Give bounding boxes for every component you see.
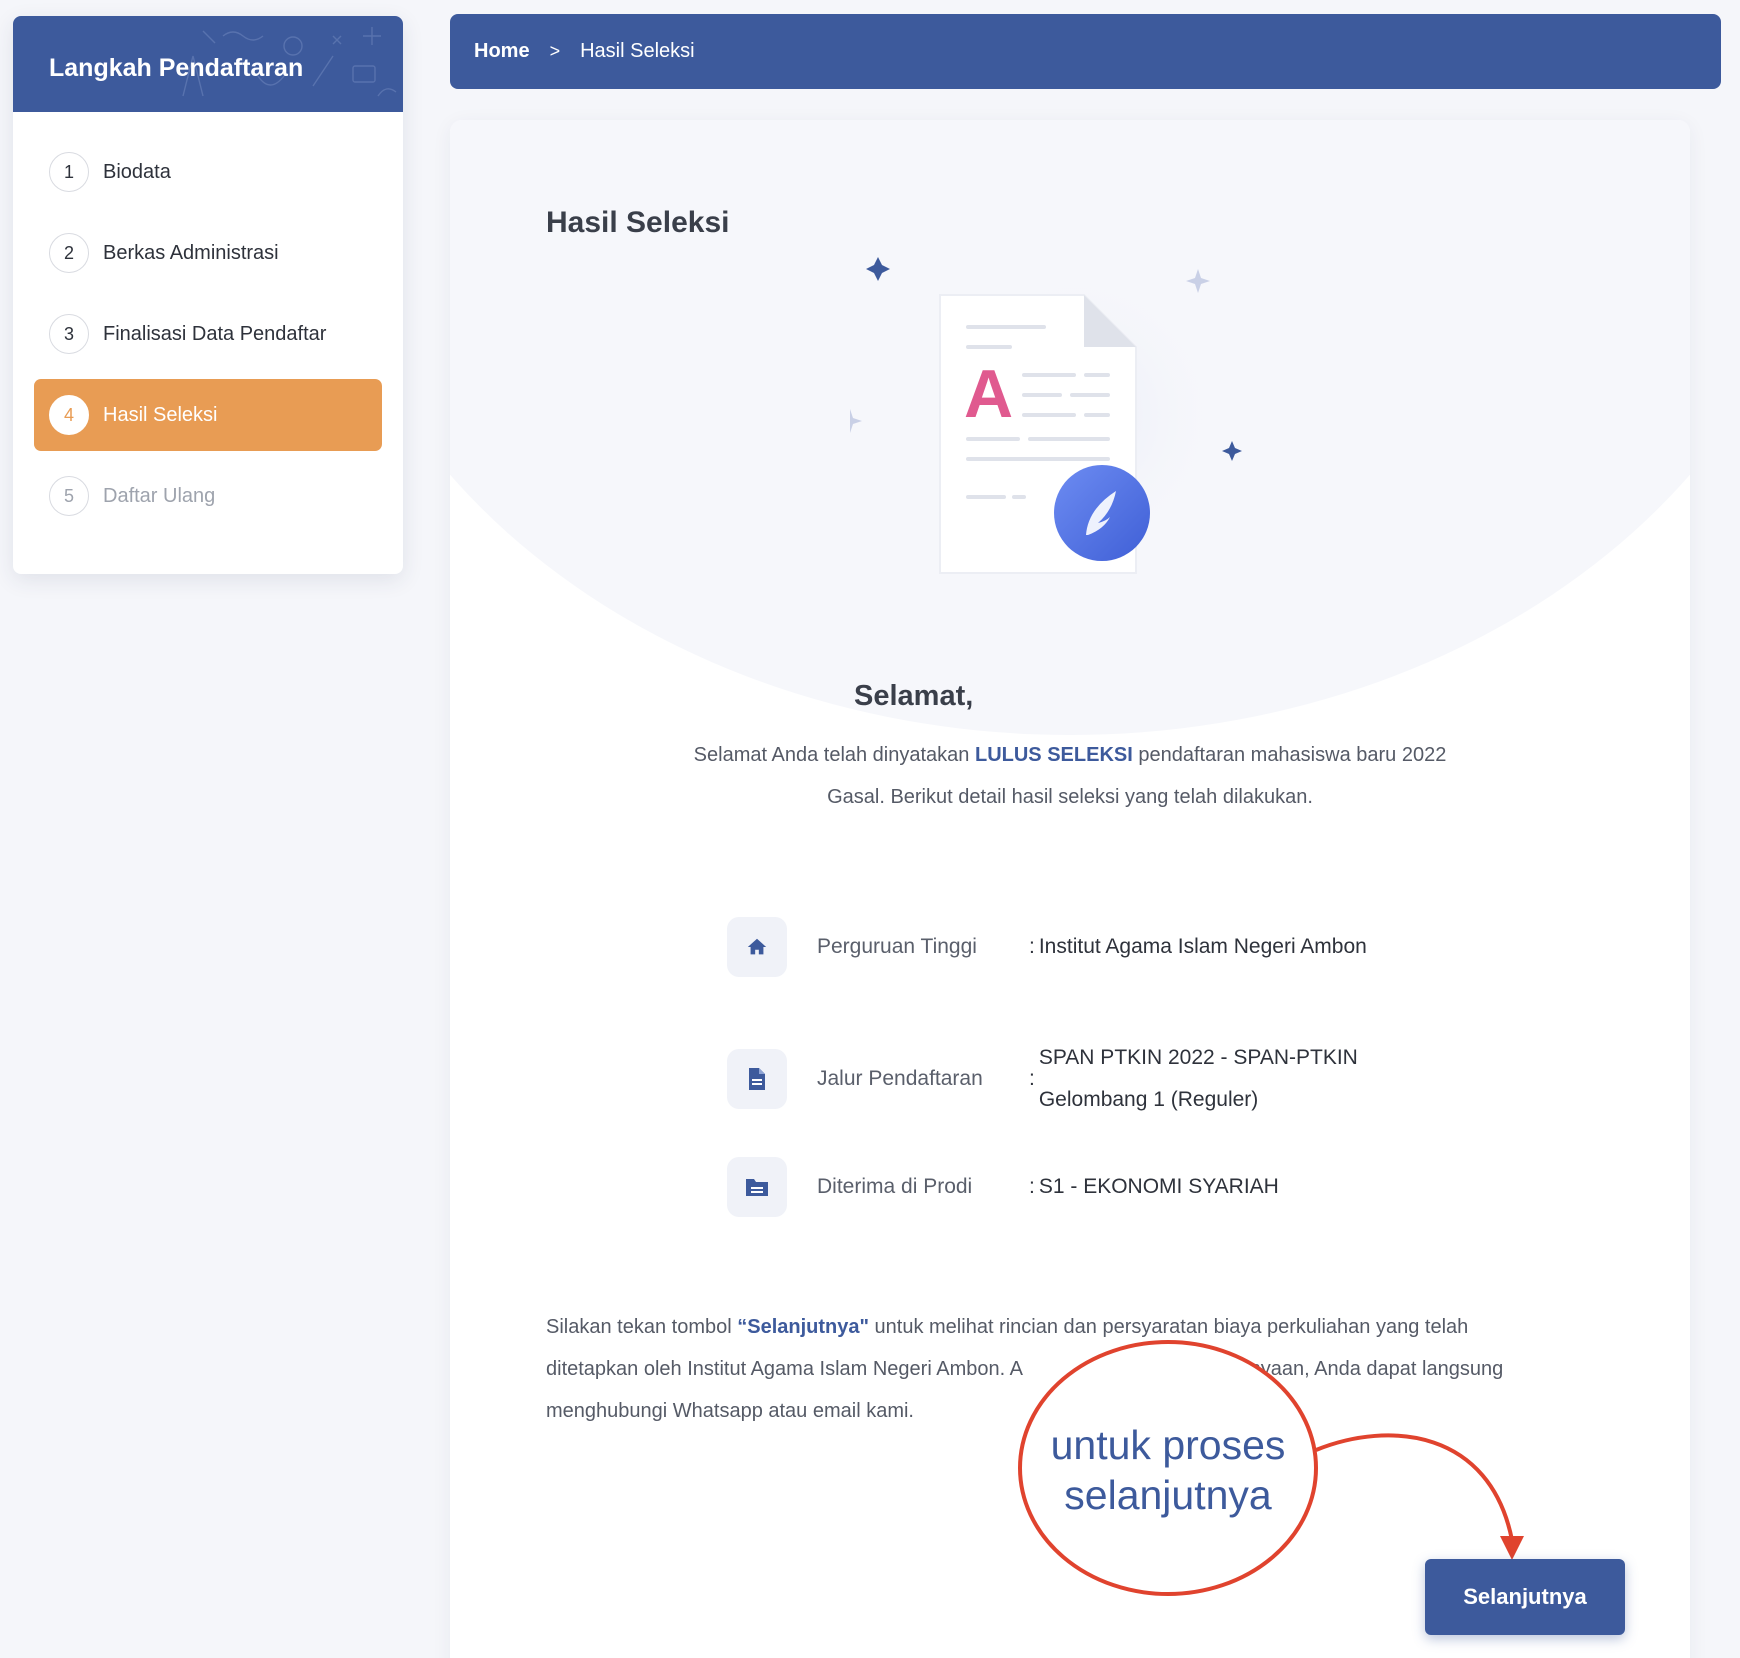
- step-berkas-administrasi[interactable]: 2 Berkas Administrasi: [34, 217, 382, 289]
- folder-icon: [727, 1157, 787, 1217]
- detail-value: S1 - EKONOMI SYARIAH: [1038, 1175, 1279, 1198]
- step-label: Daftar Ulang: [103, 484, 216, 507]
- next-button[interactable]: Selanjutnya: [1425, 1559, 1625, 1635]
- selection-message: Selamat Anda telah dinyatakan LULUS SELE…: [670, 734, 1470, 818]
- step-daftar-ulang: 5 Daftar Ulang: [34, 460, 382, 532]
- detail-label: Diterima di Prodi: [817, 1175, 973, 1198]
- step-number: 3: [49, 314, 89, 354]
- step-number: 4: [49, 395, 89, 435]
- annotation-line: untuk proses: [1050, 1422, 1286, 1468]
- step-finalisasi-data[interactable]: 3 Finalisasi Data Pendaftar: [34, 298, 382, 370]
- detail-row-university: Perguruan Tinggi : Institut Agama Islam …: [727, 917, 1367, 977]
- detail-value: Institut Agama Islam Negeri Ambon: [1038, 935, 1367, 958]
- detail-value-line: SPAN PTKIN 2022 - SPAN-PTKIN: [1038, 1046, 1358, 1069]
- info-text: untuk melihat rincian dan persyaratan bi…: [868, 1316, 1469, 1338]
- document-icon: [727, 1049, 787, 1109]
- congrats-heading: Selamat,: [854, 680, 974, 712]
- breadcrumb-current: Hasil Seleksi: [580, 40, 695, 62]
- breadcrumb-home-link[interactable]: Home: [474, 40, 530, 63]
- step-label: Biodata: [103, 160, 171, 183]
- detail-row-study-program: Diterima di Prodi : S1 - EKONOMI SYARIAH: [727, 1157, 1279, 1217]
- step-number: 1: [49, 152, 89, 192]
- detail-row-registration-path: Jalur Pendaftaran : SPAN PTKIN 2022 - SP…: [727, 1037, 1358, 1121]
- svg-text:A: A: [964, 356, 1013, 432]
- annotation-text: untuk proses selanjutnya: [1018, 1420, 1318, 1520]
- message-text: Selamat Anda telah dinyatakan: [693, 744, 975, 766]
- detail-label: Perguruan Tinggi: [817, 935, 977, 958]
- detail-colon: :: [1029, 935, 1035, 958]
- breadcrumb: Home > Hasil Seleksi: [450, 14, 1721, 89]
- step-number: 2: [49, 233, 89, 273]
- step-biodata[interactable]: 1 Biodata: [34, 136, 382, 208]
- sidebar-header: Langkah Pendaftaran: [13, 16, 403, 112]
- step-hasil-seleksi[interactable]: 4 Hasil Seleksi: [34, 379, 382, 451]
- breadcrumb-separator: >: [549, 41, 561, 61]
- step-label: Berkas Administrasi: [103, 241, 279, 264]
- passed-highlight: LULUS SELEKSI: [974, 744, 1133, 766]
- info-text: ditetapkan oleh Institut Agama Islam Neg…: [546, 1358, 1023, 1380]
- step-number: 5: [49, 476, 89, 516]
- steps-list: 1 Biodata 2 Berkas Administrasi 3 Finali…: [13, 112, 403, 532]
- detail-value: SPAN PTKIN 2022 - SPAN-PTKIN Gelombang 1…: [1039, 1037, 1358, 1121]
- detail-value-line: Gelombang 1 (Reguler): [1038, 1088, 1259, 1111]
- step-label: Hasil Seleksi: [103, 403, 218, 426]
- next-keyword-highlight: “Selanjutnya": [737, 1316, 869, 1338]
- step-label: Finalisasi Data Pendaftar: [103, 322, 327, 345]
- detail-colon: :: [1029, 1067, 1035, 1090]
- registration-steps-sidebar: Langkah Pendaftaran 1 Biodata 2 Berkas A…: [13, 16, 403, 574]
- annotation-line: selanjutnya: [1064, 1472, 1272, 1518]
- detail-label: Jalur Pendaftaran: [817, 1067, 983, 1090]
- document-illustration-icon: A: [850, 257, 1242, 574]
- sidebar-title: Langkah Pendaftaran: [49, 53, 304, 82]
- page-title: Hasil Seleksi: [546, 206, 730, 239]
- detail-colon: :: [1029, 1175, 1035, 1198]
- home-icon: [727, 917, 787, 977]
- info-text: Silakan tekan tombol: [546, 1316, 738, 1338]
